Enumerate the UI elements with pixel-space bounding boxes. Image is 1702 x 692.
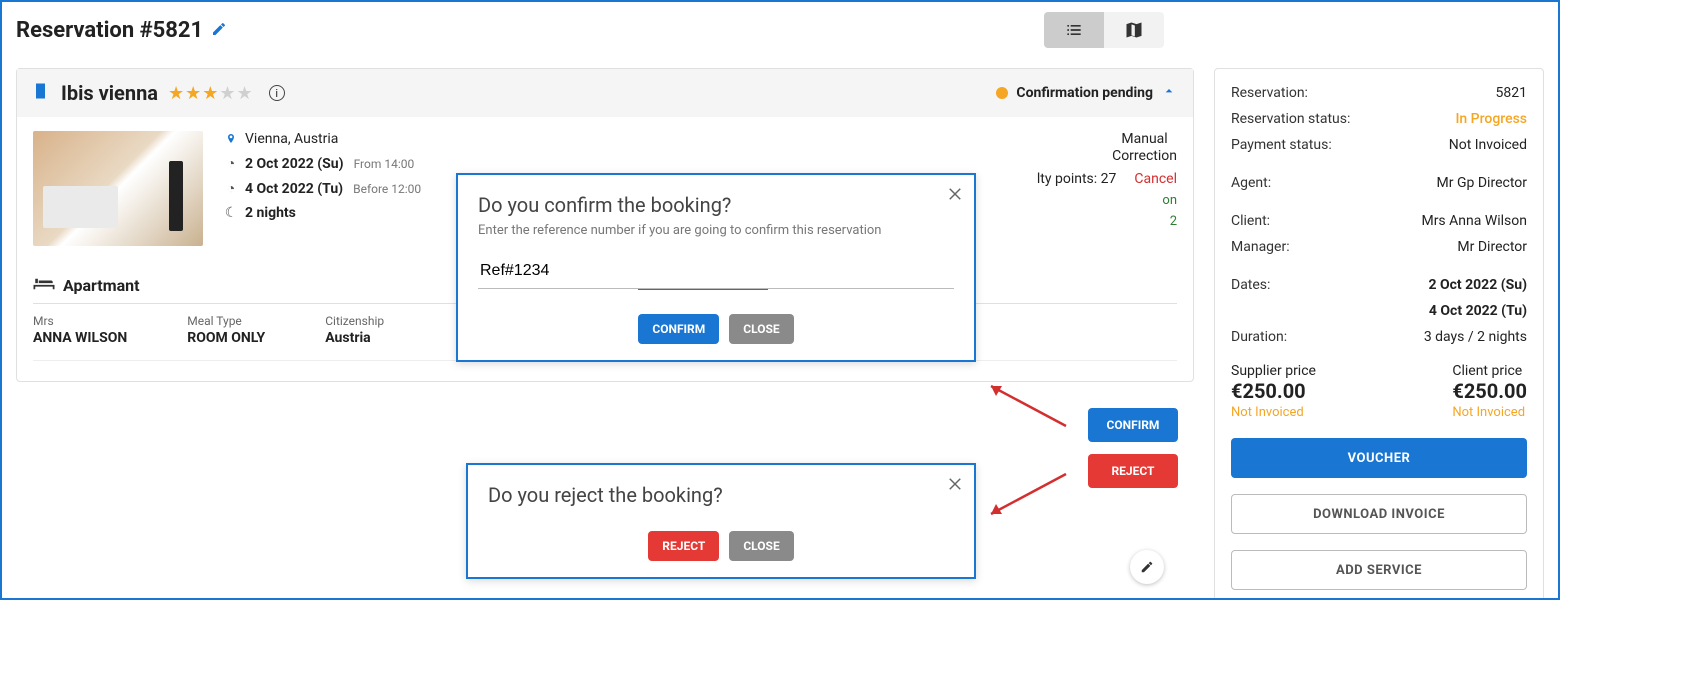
reject-modal: Do you reject the booking? REJECT CLOSE <box>466 463 976 579</box>
view-toggle-group <box>1044 12 1164 48</box>
modal-confirm-button[interactable]: CONFIRM <box>638 314 719 344</box>
pstatus-label: Payment status: <box>1231 137 1332 153</box>
reservation-summary: Reservation: 5821 Reservation status: In P… <box>1214 68 1544 600</box>
confirm-modal: Do you confirm the booking? Enter the re… <box>456 173 976 362</box>
room-type: Apartmant <box>63 276 140 295</box>
client-label: Client: <box>1231 213 1270 229</box>
client-price: Client price €250.00 Not Invoiced <box>1452 363 1527 420</box>
dates-label: Dates: <box>1231 277 1270 293</box>
dates-value1: 2 Oct 2022 (Su) <box>1428 277 1527 293</box>
action-buttons: CONFIRM REJECT <box>1088 408 1178 488</box>
rstatus-value: In Progress <box>1455 111 1527 127</box>
dates-value2: 4 Oct 2022 (Tu) <box>1429 303 1527 319</box>
checkin-sub: From 14:00 <box>354 157 415 171</box>
nights: 2 nights <box>245 205 296 221</box>
chevron-up-icon[interactable] <box>1161 83 1177 103</box>
agent-value: Mr Gp Director <box>1437 175 1527 191</box>
info-icon[interactable]: i <box>269 85 285 101</box>
hotel-header: Ibis vienna ★ ★ ★ ★ ★ i Confirmation pen… <box>17 69 1193 117</box>
reservation-value: 5821 <box>1496 85 1527 101</box>
arrow-annotation <box>976 464 1076 528</box>
guest-prefix: Mrs <box>33 314 127 328</box>
download-invoice-button[interactable]: DOWNLOAD INVOICE <box>1231 494 1527 534</box>
guest-name-col: Mrs ANNA WILSON <box>33 314 127 346</box>
building-icon <box>33 82 51 104</box>
checkin-date: 2 Oct 2022 (Su) <box>245 156 344 172</box>
confirm-button[interactable]: CONFIRM <box>1088 408 1178 442</box>
sprice-status: Not Invoiced <box>1231 405 1316 420</box>
meal-type-col: Meal Type ROOM ONLY <box>187 314 265 346</box>
booking-status-text: Confirmation pending <box>1016 85 1153 101</box>
pin-icon <box>223 132 239 146</box>
citizenship-value: Austria <box>325 330 384 346</box>
clock-icon: ◔ <box>223 180 239 197</box>
booking-right-block: Manual Correction lty points: 27 Cancel … <box>1007 131 1177 246</box>
citizenship-col: Citizenship Austria <box>325 314 384 346</box>
reservation-label: Reservation: <box>1231 85 1308 101</box>
hotel-name: Ibis vienna <box>61 81 158 105</box>
edit-title-icon[interactable] <box>211 18 227 43</box>
status-dot-icon <box>996 87 1008 99</box>
voucher-button[interactable]: VOUCHER <box>1231 438 1527 478</box>
manual-correction-link[interactable]: Manual Correction <box>1112 131 1177 165</box>
hotel-meta: Vienna, Austria ◔ 2 Oct 2022 (Su) From 1… <box>223 131 421 246</box>
green-note-2: 2 <box>1170 214 1177 230</box>
duration-value: 3 days / 2 nights <box>1424 329 1527 345</box>
arrow-annotation <box>976 376 1076 440</box>
modal-close-button[interactable]: CLOSE <box>729 531 793 561</box>
supplier-price: Supplier price €250.00 Not Invoiced <box>1231 363 1316 420</box>
manager-value: Mr Director <box>1457 239 1527 255</box>
hotel-thumbnail <box>33 131 203 246</box>
checkout-date: 4 Oct 2022 (Tu) <box>245 181 343 197</box>
add-service-button[interactable]: ADD SERVICE <box>1231 550 1527 590</box>
star-icon: ★ <box>219 83 235 104</box>
reject-modal-title: Do you reject the booking? <box>488 483 954 507</box>
citizenship-label: Citizenship <box>325 314 384 328</box>
pstatus-value: Not Invoiced <box>1449 137 1527 153</box>
page-title: Reservation #5821 <box>16 18 227 43</box>
reference-input[interactable] <box>478 256 954 289</box>
page-title-text: Reservation #5821 <box>16 18 203 43</box>
booking-status: Confirmation pending <box>996 83 1177 103</box>
meal-value: ROOM ONLY <box>187 330 265 346</box>
duration-label: Duration: <box>1231 329 1287 345</box>
checkout-sub: Before 12:00 <box>353 182 421 196</box>
clock-icon: ◔ <box>223 155 239 172</box>
meal-label: Meal Type <box>187 314 265 328</box>
confirm-modal-hint: Enter the reference number if you are go… <box>478 223 954 238</box>
map-view-button[interactable] <box>1104 12 1164 48</box>
list-view-button[interactable] <box>1044 12 1104 48</box>
star-icon: ★ <box>168 83 184 104</box>
green-note-1: on <box>1162 193 1177 209</box>
star-icon: ★ <box>202 83 218 104</box>
hotel-location: Vienna, Austria <box>245 131 338 147</box>
star-icon: ★ <box>185 83 201 104</box>
edit-room-button[interactable] <box>1130 550 1164 584</box>
rstatus-label: Reservation status: <box>1231 111 1350 127</box>
loyalty-points: lty points: 27 <box>1037 171 1116 187</box>
manager-label: Manager: <box>1231 239 1290 255</box>
star-rating: ★ ★ ★ ★ ★ <box>168 83 253 104</box>
cprice-label: Client price <box>1452 363 1527 379</box>
modal-reject-button[interactable]: REJECT <box>648 531 719 561</box>
star-icon: ★ <box>237 83 253 104</box>
bed-icon <box>33 276 55 295</box>
close-icon[interactable] <box>946 475 964 497</box>
cprice-status: Not Invoiced <box>1452 405 1527 420</box>
cprice-value: €250.00 <box>1452 379 1527 403</box>
sprice-label: Supplier price <box>1231 363 1316 379</box>
reject-button[interactable]: REJECT <box>1088 454 1178 488</box>
confirm-modal-title: Do you confirm the booking? <box>478 193 954 217</box>
sprice-value: €250.00 <box>1231 379 1316 403</box>
client-value: Mrs Anna Wilson <box>1421 213 1527 229</box>
agent-label: Agent: <box>1231 175 1271 191</box>
guest-name: ANNA WILSON <box>33 330 127 346</box>
moon-icon: ☾ <box>223 205 239 221</box>
close-icon[interactable] <box>946 185 964 207</box>
cancel-link[interactable]: Cancel <box>1134 171 1177 187</box>
modal-close-button[interactable]: CLOSE <box>729 314 793 344</box>
